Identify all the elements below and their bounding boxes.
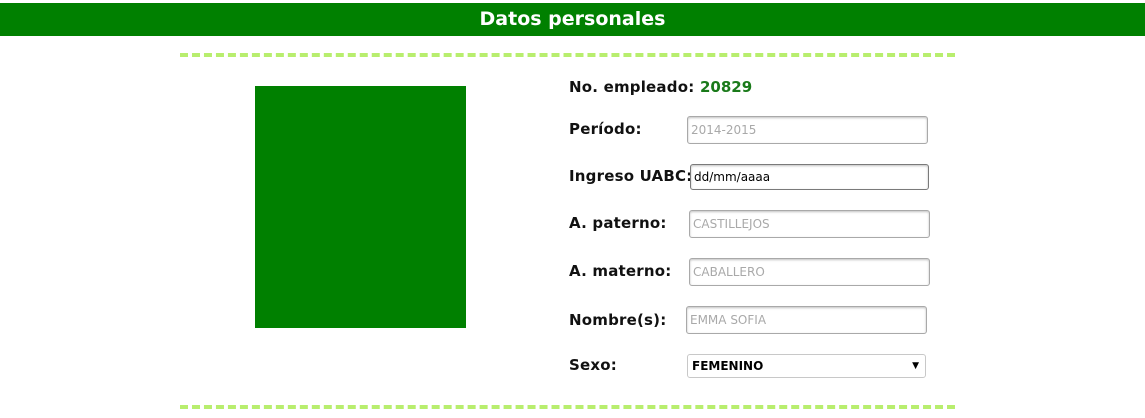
paterno-field-value: CASTILLEJOS bbox=[693, 217, 770, 231]
page-title: Datos personales bbox=[479, 8, 666, 30]
period-field-value: 2014-2015 bbox=[691, 123, 757, 137]
materno-label: A. materno: bbox=[569, 262, 672, 280]
paterno-label: A. paterno: bbox=[569, 214, 667, 232]
ingreso-date-placeholder: dd/mm/aaaa bbox=[694, 170, 771, 184]
page: Datos personales No. empleado: 20829 Per… bbox=[0, 0, 1145, 418]
employee-photo bbox=[255, 86, 466, 328]
bottom-divider bbox=[180, 405, 955, 409]
sexo-select[interactable]: FEMENINO ▼ bbox=[687, 354, 926, 378]
period-label: Período: bbox=[569, 120, 642, 138]
nombre-label: Nombre(s): bbox=[569, 311, 667, 329]
period-field[interactable]: 2014-2015 bbox=[687, 116, 928, 144]
page-header: Datos personales bbox=[0, 3, 1145, 36]
employee-number-label: No. empleado: bbox=[569, 78, 695, 96]
nombre-field[interactable]: EMMA SOFIA bbox=[686, 306, 927, 334]
chevron-down-icon: ▼ bbox=[912, 361, 919, 371]
sexo-label: Sexo: bbox=[569, 356, 617, 374]
paterno-field[interactable]: CASTILLEJOS bbox=[689, 210, 930, 238]
materno-field[interactable]: CABALLERO bbox=[689, 258, 930, 286]
sexo-select-value: FEMENINO bbox=[692, 359, 764, 373]
ingreso-label: Ingreso UABC: bbox=[569, 167, 693, 185]
employee-number-value: 20829 bbox=[700, 78, 753, 96]
top-divider bbox=[180, 53, 955, 57]
nombre-field-value: EMMA SOFIA bbox=[690, 313, 767, 327]
materno-field-value: CABALLERO bbox=[693, 265, 765, 279]
ingreso-date-field[interactable]: dd/mm/aaaa bbox=[690, 164, 929, 190]
